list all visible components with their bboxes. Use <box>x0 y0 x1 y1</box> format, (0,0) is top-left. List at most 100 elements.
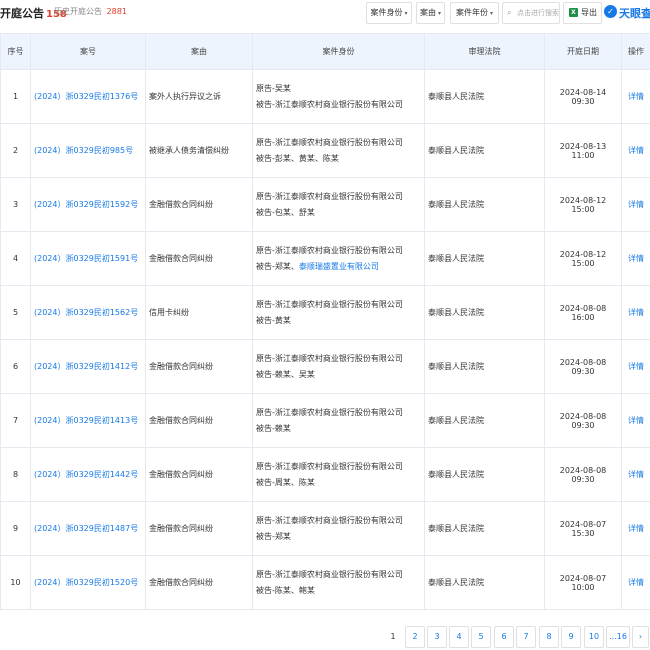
chevron-right-icon[interactable]: › <box>119 5 123 15</box>
defendant-prefix: 被告- <box>256 531 275 541</box>
page-button[interactable]: 7 <box>516 626 536 648</box>
detail-link[interactable]: 详情 <box>628 200 644 209</box>
defendant-prefix: 被告- <box>256 207 275 217</box>
court-name: 泰顺县人民法院 <box>424 555 545 610</box>
table-row: 7 (2024）浙0329民初1413号 金融借款合同纠纷 原告-浙江泰顺农村商业银行… <box>0 393 650 448</box>
case-number-link[interactable]: (2024）浙0329民初1413号 <box>34 416 138 425</box>
page-button[interactable]: 5 <box>471 626 491 648</box>
case-number-link[interactable]: (2024）浙0329民初1442号 <box>34 470 138 479</box>
detail-link[interactable]: 详情 <box>628 254 644 263</box>
detail-link[interactable]: 详情 <box>628 308 644 317</box>
case-number-link[interactable]: (2024）浙0329民初1591号 <box>34 254 138 263</box>
filter-case-identity[interactable]: 案件身份 ▾ <box>366 2 412 24</box>
page-button[interactable]: 1 <box>383 626 403 648</box>
page-button[interactable]: 2 <box>405 626 425 648</box>
action-cell: 详情 <box>621 177 650 232</box>
case-cause: 被继承人债务清偿纠纷 <box>145 123 253 178</box>
case-role-cell: 原告-浙江泰顺农村商业银行股份有限公司 被告-郑某、泰顺瑞盛置业有限公司 <box>252 231 425 286</box>
plaintiff-text: 原告-浙江泰顺农村商业银行股份有限公司 <box>256 191 403 201</box>
col-header-court: 审理法院 <box>424 33 545 70</box>
case-number-link[interactable]: (2024）浙0329民初985号 <box>34 146 133 155</box>
detail-link[interactable]: 详情 <box>628 146 644 155</box>
export-button[interactable]: X 导出 <box>563 2 602 24</box>
col-header-role: 案件身份 <box>252 33 425 70</box>
action-cell: 详情 <box>621 69 650 124</box>
defendant-line: 被告-赖某、吴某 <box>256 367 421 383</box>
defendant-prefix: 被告- <box>256 153 275 163</box>
history-count: 2881 <box>106 7 127 16</box>
detail-link[interactable]: 详情 <box>628 578 644 587</box>
case-number-link[interactable]: (2024）浙0329民初1592号 <box>34 200 138 209</box>
case-number-link[interactable]: (2024）浙0329民初1487号 <box>34 524 138 533</box>
court-name: 泰顺县人民法院 <box>424 123 545 178</box>
action-cell: 详情 <box>621 447 650 502</box>
detail-link[interactable]: 详情 <box>628 416 644 425</box>
case-number-link[interactable]: (2024）浙0329民初1376号 <box>34 92 138 101</box>
page-button[interactable]: ...16 <box>606 626 630 648</box>
page-button[interactable]: 4 <box>449 626 469 648</box>
hearing-date: 2024-08-08 16:00 <box>544 285 622 340</box>
court-notice-table: 序号 案号 案由 案件身份 审理法院 开庭日期 操作 1 (2024）浙0329民… <box>0 33 650 610</box>
detail-link[interactable]: 详情 <box>628 470 644 479</box>
case-cause: 金融借款合同纠纷 <box>145 555 253 610</box>
case-number-cell: (2024）浙0329民初1442号 <box>30 447 146 502</box>
court-name: 泰顺县人民法院 <box>424 177 545 232</box>
detail-link[interactable]: 详情 <box>628 524 644 533</box>
defendant-line: 被告-黄某 <box>256 313 421 329</box>
row-number: 7 <box>0 393 31 448</box>
defendant-line: 被告-郑某、泰顺瑞盛置业有限公司 <box>256 259 421 275</box>
filter-cause[interactable]: 案由 ▾ <box>416 2 445 24</box>
history-link[interactable]: 历史开庭公告 2881 <box>54 6 127 17</box>
defendant-prefix: 被告- <box>256 369 275 379</box>
col-header-date: 开庭日期 <box>544 33 622 70</box>
page-button[interactable]: 6 <box>494 626 514 648</box>
plaintiff-text: 原告-浙江泰顺农村商业银行股份有限公司 <box>256 353 403 363</box>
chevron-right-icon[interactable]: › <box>632 626 649 648</box>
case-cause: 金融借款合同纠纷 <box>145 501 253 556</box>
plaintiff-text: 原告-浙江泰顺农村商业银行股份有限公司 <box>256 407 403 417</box>
page-button[interactable]: 3 <box>427 626 447 648</box>
hearing-date: 2024-08-12 15:00 <box>544 231 622 286</box>
row-number: 8 <box>0 447 31 502</box>
search-placeholder: 点击进行搜索 <box>517 9 559 17</box>
defendant-text: 郑某、 <box>274 261 299 271</box>
court-name: 泰顺县人民法院 <box>424 447 545 502</box>
filter-year[interactable]: 案件年份 ▾ <box>450 2 499 24</box>
page-button[interactable]: 9 <box>561 626 581 648</box>
col-header-action: 操作 <box>621 33 650 70</box>
page-button[interactable]: 8 <box>539 626 559 648</box>
table-row: 9 (2024）浙0329民初1487号 金融借款合同纠纷 原告-浙江泰顺农村商业银行… <box>0 501 650 556</box>
case-number-cell: (2024）浙0329民初1591号 <box>30 231 146 286</box>
table-row: 3 (2024）浙0329民初1592号 金融借款合同纠纷 原告-浙江泰顺农村商业银行… <box>0 177 650 232</box>
case-role-cell: 原告-浙江泰顺农村商业银行股份有限公司 被告-包某、舒某 <box>252 177 425 232</box>
search-input[interactable]: ⌕ 点击进行搜索 <box>502 2 560 24</box>
logo-text: 天眼查 <box>619 7 650 20</box>
defendant-company-link[interactable]: 泰顺瑞盛置业有限公司 <box>299 262 379 271</box>
court-name: 泰顺县人民法院 <box>424 285 545 340</box>
table-row: 2 (2024）浙0329民初985号 被继承人债务清偿纠纷 原告-浙江泰顺农村商业银… <box>0 123 650 178</box>
plaintiff-text: 原告-浙江泰顺农村商业银行股份有限公司 <box>256 245 403 255</box>
col-header-no: 序号 <box>0 33 31 70</box>
case-number-link[interactable]: (2024）浙0329民初1412号 <box>34 362 138 371</box>
defendant-line: 被告-周某、陈某 <box>256 475 421 491</box>
caret-down-icon: ▾ <box>404 10 408 17</box>
case-number-link[interactable]: (2024）浙0329民初1562号 <box>34 308 138 317</box>
action-cell: 详情 <box>621 339 650 394</box>
detail-link[interactable]: 详情 <box>628 362 644 371</box>
page-button[interactable]: 10 <box>584 626 604 648</box>
case-number-cell: (2024）浙0329民初985号 <box>30 123 146 178</box>
filter-label: 案由 <box>419 8 436 17</box>
title-text: 开庭公告 <box>0 7 44 20</box>
defendant-line: 被告-赖某 <box>256 421 421 437</box>
top-bar: 开庭公告 158 历史开庭公告 2881 › 案件身份 ▾ 案由 ▾ 案件年份 ▾ ⌕ … <box>0 0 650 26</box>
case-number-cell: (2024）浙0329民初1562号 <box>30 285 146 340</box>
case-number-link[interactable]: (2024）浙0329民初1520号 <box>34 578 138 587</box>
detail-link[interactable]: 详情 <box>628 92 644 101</box>
table-header-row: 序号 案号 案由 案件身份 审理法院 开庭日期 操作 <box>0 33 650 70</box>
case-number-cell: (2024）浙0329民初1592号 <box>30 177 146 232</box>
case-cause: 信用卡纠纷 <box>145 285 253 340</box>
excel-icon: X <box>569 8 578 17</box>
defendant-prefix: 被告- <box>256 261 275 271</box>
court-name: 泰顺县人民法院 <box>424 69 545 124</box>
row-number: 9 <box>0 501 31 556</box>
